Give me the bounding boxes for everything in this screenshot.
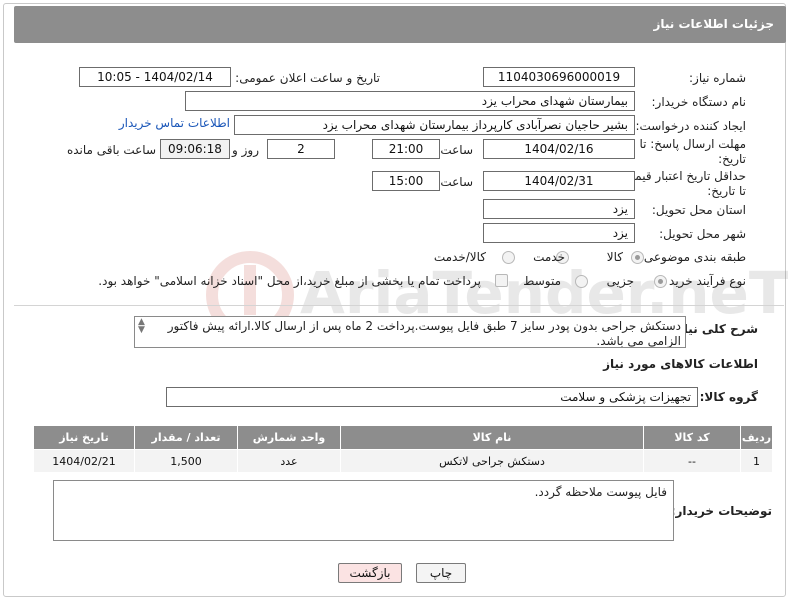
- buyer-contact-link[interactable]: اطلاعات تماس خریدار: [119, 116, 230, 130]
- days-label: روز و: [232, 143, 259, 157]
- need-number-field: 1104030696000019: [483, 67, 635, 87]
- panel-header: جزئیات اطلاعات نیاز: [14, 6, 786, 43]
- scroll-arrows-icon[interactable]: ▲ ▼: [138, 318, 145, 335]
- buyer-org-field: بیمارستان شهدای محراب یزد: [185, 91, 635, 111]
- process-option-medium: متوسط: [523, 274, 561, 288]
- days-remaining-field: 2: [267, 139, 335, 159]
- cell-quantity: 1,500: [134, 449, 238, 473]
- treasury-payment-checkbox[interactable]: [495, 274, 508, 287]
- city-field: یزد: [483, 223, 635, 243]
- city-label: شهر محل تحویل:: [659, 227, 746, 241]
- buyer-org-label: نام دستگاه خریدار:: [651, 95, 747, 109]
- remaining-time-label: ساعت باقی مانده: [66, 143, 156, 157]
- process-radio-minor[interactable]: [654, 275, 667, 288]
- column-header-need-date: تاریخ نیاز: [33, 425, 135, 450]
- cell-need-date: 1404/02/21: [33, 449, 135, 473]
- category-radio-goods[interactable]: [631, 251, 644, 264]
- reply-deadline-label: مهلت ارسال پاسخ: تا تاریخ:: [639, 137, 746, 166]
- announce-datetime-label: تاریخ و ساعت اعلان عمومی:: [235, 71, 380, 85]
- reply-time-label: ساعت: [440, 143, 473, 157]
- section-divider: [14, 305, 784, 306]
- category-radio-goods-service[interactable]: [502, 251, 515, 264]
- category-label: طبقه بندی موضوعی:: [639, 250, 746, 264]
- buyer-notes-label: توضیحات خریدار:: [670, 504, 772, 518]
- treasury-payment-note: پرداخت تمام یا بخشی از مبلغ خرید،از محل …: [98, 274, 481, 288]
- process-type-label: نوع فرآیند خرید :: [661, 274, 746, 288]
- page-title: جزئیات اطلاعات نیاز: [653, 17, 774, 31]
- creator-label: ایجاد کننده درخواست:: [635, 119, 746, 133]
- cell-name: دستکش جراحی لاتکس: [340, 449, 644, 473]
- column-header-code: کد کالا: [643, 425, 741, 450]
- category-option-goods-service: کالا/خدمت: [433, 250, 486, 264]
- creator-field: بشیر حاجیان نصرآبادی کارپرداز بیمارستان …: [234, 115, 635, 135]
- goods-table-header: ردیف کد کالا نام کالا واحد شمارش تعداد /…: [33, 425, 773, 450]
- column-header-unit: واحد شمارش: [237, 425, 341, 450]
- print-button[interactable]: چاپ: [416, 563, 466, 583]
- column-header-quantity: تعداد / مقدار: [134, 425, 238, 450]
- column-header-name: نام کالا: [340, 425, 644, 450]
- goods-group-field: تجهیزات پزشکی و سلامت: [166, 387, 698, 407]
- process-radio-medium[interactable]: [575, 275, 588, 288]
- province-field: یزد: [483, 199, 635, 219]
- buyer-notes-textarea[interactable]: فایل پیوست ملاحظه گردد.: [53, 480, 674, 541]
- remaining-time-field: 09:06:18: [160, 139, 230, 159]
- province-label: استان محل تحویل:: [651, 203, 746, 217]
- column-header-row: ردیف: [740, 425, 773, 450]
- reply-time-field: 21:00: [372, 139, 440, 159]
- price-validity-time-field: 15:00: [372, 171, 440, 191]
- price-validity-time-label: ساعت: [440, 175, 473, 189]
- back-button[interactable]: بازگشت: [338, 563, 402, 583]
- need-number-label: شماره نیاز:: [689, 71, 746, 85]
- goods-table: ردیف کد کالا نام کالا واحد شمارش تعداد /…: [33, 425, 773, 473]
- cell-row-number: 1: [740, 449, 773, 473]
- cell-unit: عدد: [237, 449, 341, 473]
- description-textarea[interactable]: دستکش جراحی بدون پودر سایز 7 طبق فایل پی…: [134, 316, 686, 348]
- reply-date-field: 1404/02/16: [483, 139, 635, 159]
- announce-datetime-field: 1404/02/14 - 10:05: [79, 67, 231, 87]
- goods-group-label: گروه کالا:: [699, 390, 758, 404]
- process-option-minor: جزیی: [606, 274, 634, 288]
- category-option-service: خدمت: [533, 250, 565, 264]
- price-validity-date-field: 1404/02/31: [483, 171, 635, 191]
- cell-code: --: [643, 449, 741, 473]
- table-row: 1 -- دستکش جراحی لاتکس عدد 1,500 1404/02…: [33, 449, 773, 473]
- category-option-goods: کالا: [606, 250, 623, 264]
- goods-section-title: اطلاعات کالاهای مورد نیاز: [603, 357, 758, 371]
